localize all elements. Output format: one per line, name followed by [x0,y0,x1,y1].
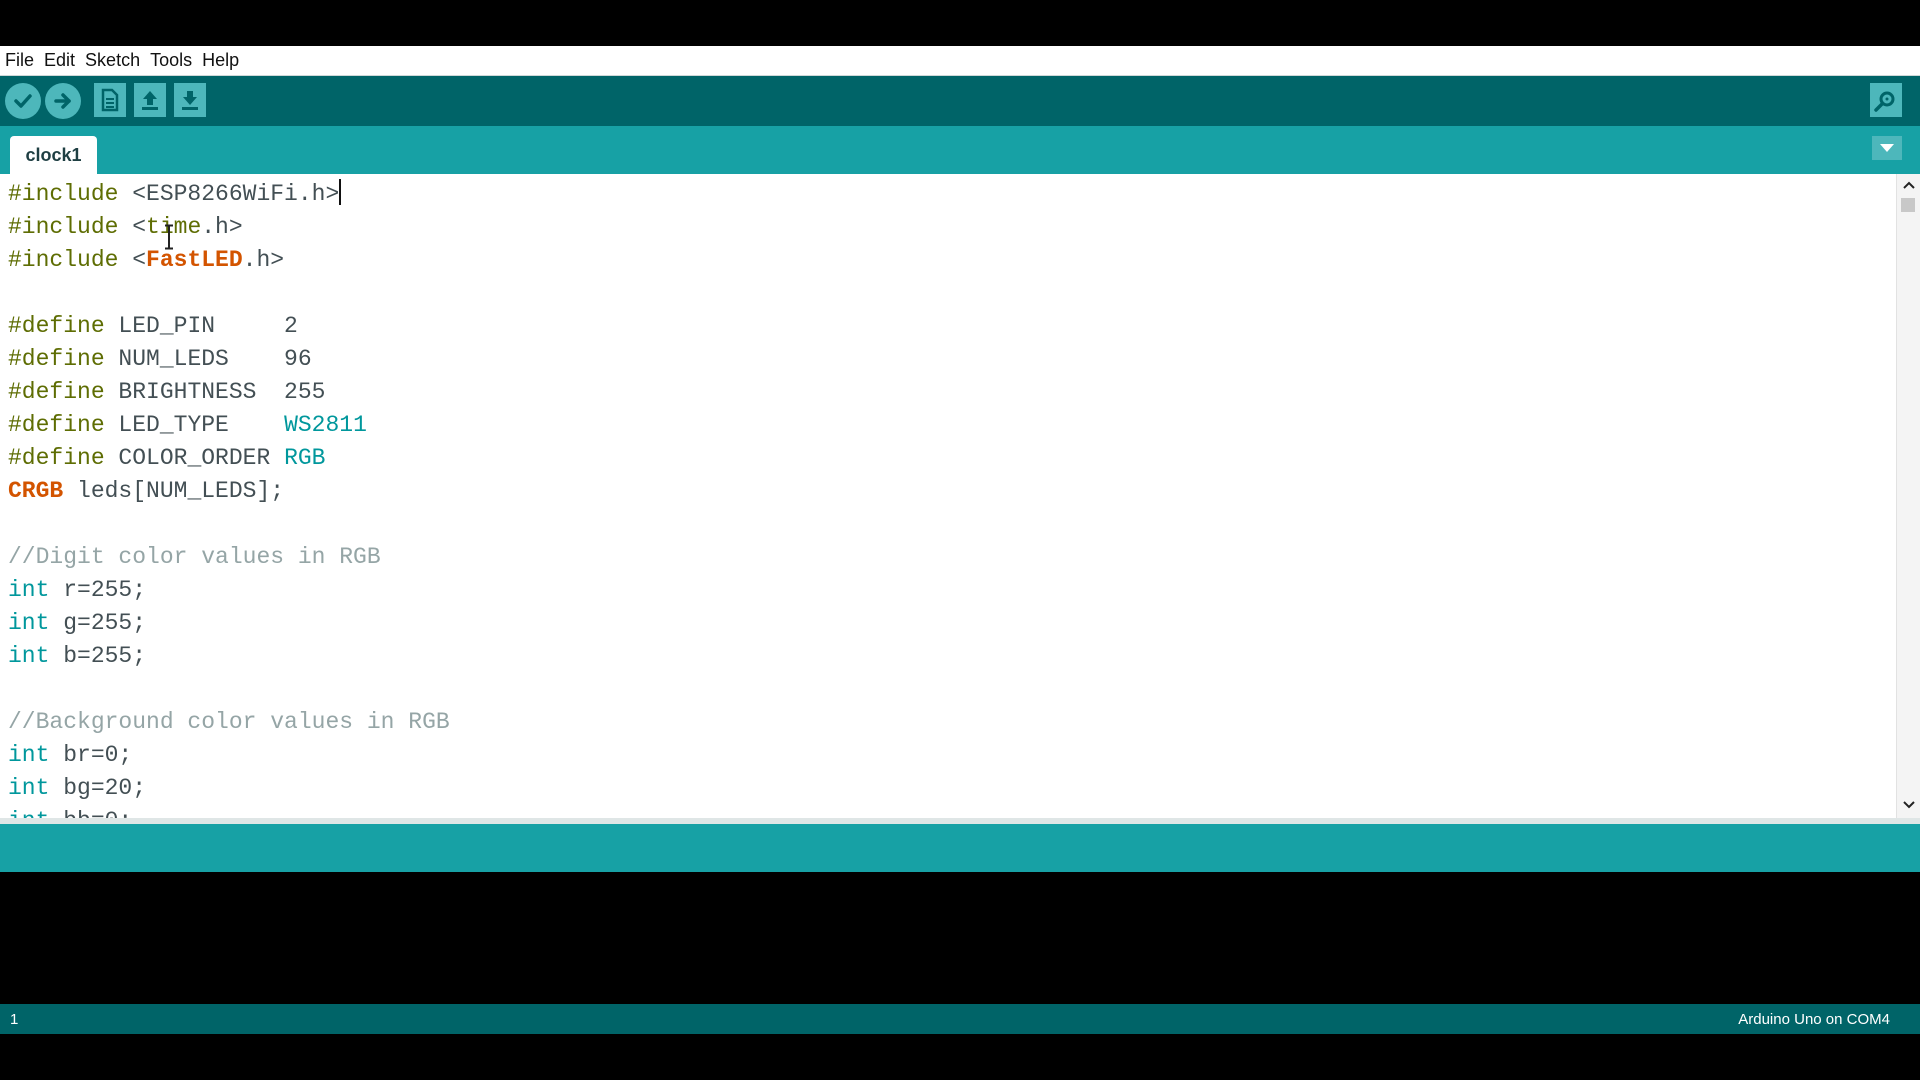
menu-help[interactable]: Help [202,50,239,71]
line-number: 1 [10,1011,19,1028]
code-line: #include <FastLED.h> [8,244,450,277]
board-port-info: Arduino Uno on COM4 [1738,1011,1890,1028]
code-token: b=255; [49,643,147,669]
code-token: //Background color values in RGB [8,709,450,735]
code-line: int g=255; [8,607,450,640]
code-token: r=255; [49,577,147,603]
code-token: #include [8,181,119,207]
menu-sketch[interactable]: Sketch [85,50,140,71]
code-token: #define [8,379,105,405]
code-token: #include [8,214,119,240]
menu-bar: File Edit Sketch Tools Help [0,46,1920,76]
code-token: //Digit color values in RGB [8,544,381,570]
scroll-thumb[interactable] [1901,198,1915,212]
code-line: int bb=0; [8,805,450,818]
code-token: br=0; [49,742,133,768]
code-token: LED_PIN 2 [104,313,298,339]
code-token: <ESP8266WiFi.h> [118,181,340,207]
code-line: #define LED_PIN 2 [8,310,450,343]
code-token: .h> [242,247,285,273]
code-token: leds[NUM_LEDS]; [63,478,285,504]
code-line: //Digit color values in RGB [8,541,450,574]
code-token: .h> [201,214,243,240]
code-token: NUM_LEDS 96 [104,346,312,372]
code-token: int [8,610,50,636]
vertical-scrollbar[interactable] [1896,174,1920,818]
open-button[interactable] [134,83,166,117]
tab-bar: clock1 [0,126,1920,174]
chevron-down-icon [1903,801,1915,809]
arrow-up-icon [142,91,158,110]
code-line: #define NUM_LEDS 96 [8,343,450,376]
tab-label: clock1 [25,144,82,165]
code-line: int br=0; [8,739,450,772]
code-line: #include <time.h> [8,211,450,244]
triangle-down-icon [1880,144,1894,152]
arrow-right-icon [54,93,71,109]
serial-monitor-button[interactable] [1870,83,1902,117]
save-button[interactable] [174,83,206,117]
code-token: int [8,643,50,669]
toolbar [0,76,1920,126]
scroll-down-button[interactable] [1897,796,1920,814]
scroll-up-button[interactable] [1897,176,1920,194]
code-token: FastLED [146,247,243,273]
code-token: #define [8,346,105,372]
tab-clock1[interactable]: clock1 [10,136,97,174]
arrow-down-icon [182,91,198,110]
menu-tools[interactable]: Tools [150,50,192,71]
code-token: int [8,808,49,818]
code-token: g=255; [49,610,147,636]
text-caret [339,179,342,205]
code-token: LED_TYPE [104,412,285,438]
menu-edit[interactable]: Edit [44,50,75,71]
bottom-letterbox [0,1034,1920,1080]
new-sketch-button[interactable] [94,83,126,117]
code-token: #define [8,412,105,438]
code-token: int [8,742,50,768]
code-token: #define [8,313,105,339]
code-text: #include <ESP8266WiFi.h> #include <time.h… [8,178,450,818]
code-token: #include [8,247,119,273]
code-line: CRGB leds[NUM_LEDS]; [8,475,450,508]
code-token: COLOR_ORDER [104,445,285,471]
code-token: BRIGHTNESS 255 [104,379,326,405]
chevron-up-icon [1903,181,1915,189]
menu-file[interactable]: File [5,50,34,71]
code-line: int bg=20; [8,772,450,805]
code-editor[interactable]: #include <ESP8266WiFi.h> #include <time.h… [0,174,1896,818]
code-token: CRGB [8,478,64,504]
code-line: #define COLOR_ORDER RGB [8,442,450,475]
text-cursor-icon [165,224,173,250]
verify-button[interactable] [5,83,41,119]
code-line: int b=255; [8,640,450,673]
code-token: WS2811 [284,412,367,438]
upload-button[interactable] [45,83,81,119]
code-token: int [8,775,50,801]
code-line: #define BRIGHTNESS 255 [8,376,450,409]
code-token: #define [8,445,105,471]
new-file-icon [101,88,119,112]
code-line: #include <ESP8266WiFi.h> [8,178,450,211]
console-output[interactable] [0,872,1920,1004]
code-token: < [118,247,147,273]
code-line: //Background color values in RGB [8,706,450,739]
top-letterbox [0,0,1920,46]
magnifier-icon [1874,91,1895,112]
code-token: bg=20; [49,775,147,801]
status-bar: 1 Arduino Uno on COM4 [0,1004,1920,1034]
checkmark-icon [14,94,32,108]
code-token: < [118,214,147,240]
code-token: bb=0; [49,808,132,818]
code-token: RGB [284,445,326,471]
code-token: int [8,577,50,603]
console-header [0,824,1920,872]
code-line: int r=255; [8,574,450,607]
code-line: #define LED_TYPE WS2811 [8,409,450,442]
tab-menu-button[interactable] [1872,136,1902,160]
